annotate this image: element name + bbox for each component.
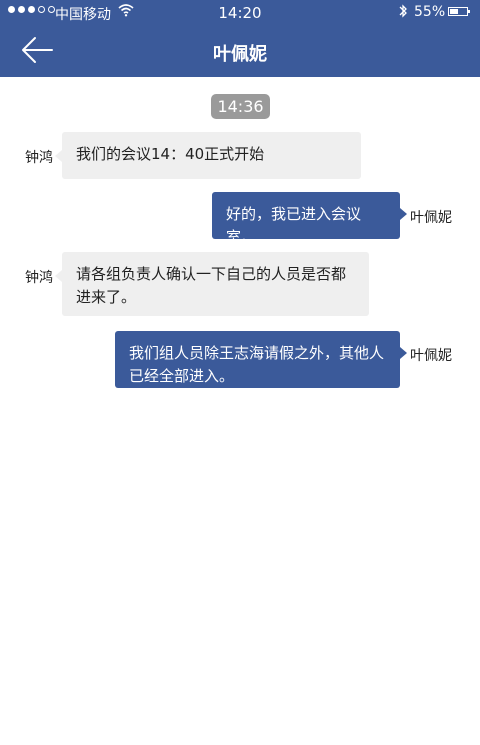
message-sender: 钟鸿 [25, 150, 53, 166]
message-bubble-outgoing[interactable]: 好的，我已进入会议室。 [212, 192, 407, 246]
battery-icon [448, 7, 470, 16]
app-header: 中国移动 14:20 55% 叶佩妮 [0, 0, 480, 77]
status-bar: 中国移动 14:20 55% [0, 0, 480, 24]
status-time: 14:20 [218, 4, 262, 22]
message-bubble-incoming[interactable]: 我们的会议14：40正式开始 [55, 132, 361, 179]
message-sender: 叶佩妮 [410, 210, 452, 226]
chat-title: 叶佩妮 [213, 44, 267, 65]
bluetooth-icon [399, 4, 407, 18]
battery-percentage: 55% [414, 4, 446, 20]
message-sender: 叶佩妮 [410, 348, 452, 364]
chat-thread[interactable]: 14:36 钟鸿 我们的会议14：40正式开始 好的，我已进入会议室。 叶佩妮 … [0, 77, 480, 745]
message-sender: 钟鸿 [25, 270, 53, 286]
timestamp-badge: 14:36 [211, 94, 270, 119]
message-bubble-outgoing[interactable]: 我们组人员除王志海请假之外，其他人已经全部进入。 [115, 331, 407, 388]
message-bubble-incoming[interactable]: 请各组负责人确认一下自己的人员是否都进来了。 [55, 252, 369, 316]
